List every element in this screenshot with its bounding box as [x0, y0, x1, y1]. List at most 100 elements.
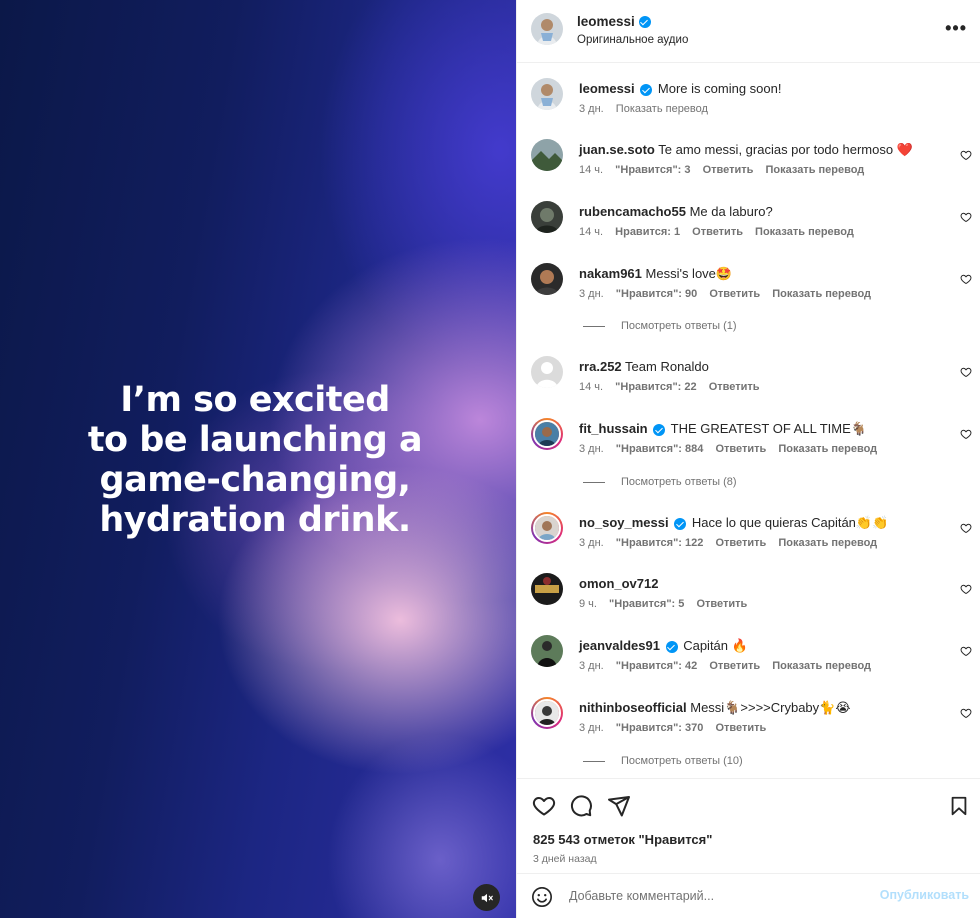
comment-time: 3 дн.: [579, 443, 604, 455]
header-username[interactable]: leomessi: [577, 14, 635, 29]
avatar[interactable]: [531, 573, 563, 605]
like-comment-heart-icon[interactable]: [960, 428, 972, 440]
emoji-smile-icon[interactable]: [531, 886, 553, 908]
comment-username[interactable]: juan.se.soto: [579, 142, 655, 157]
verified-badge-icon: [638, 15, 651, 28]
avatar-image: [535, 516, 559, 540]
comment-username[interactable]: rubencamacho55: [579, 204, 686, 219]
like-comment-heart-icon[interactable]: [960, 645, 972, 657]
likes-count[interactable]: 825 543 отметок "Нравится": [533, 832, 712, 847]
reply-button[interactable]: Ответить: [703, 164, 754, 176]
reply-button[interactable]: Ответить: [715, 537, 766, 549]
post-timestamp[interactable]: 3 дней назад: [533, 853, 597, 865]
comment-likes[interactable]: "Нравится": 42: [616, 660, 697, 672]
comment-text: Messi's love🤩: [645, 266, 733, 281]
comment-username[interactable]: no_soy_messi: [579, 515, 669, 530]
comment-likes[interactable]: "Нравится": 3: [615, 164, 690, 176]
comment-username[interactable]: nithinboseofficial: [579, 700, 687, 715]
view-replies-label: Посмотреть ответы (8): [621, 476, 737, 488]
translate-link[interactable]: Показать перевод: [778, 443, 877, 455]
reply-button[interactable]: Ответить: [709, 660, 760, 672]
translate-link[interactable]: Показать перевод: [778, 537, 877, 549]
avatar-image: [531, 201, 563, 233]
avatar-image: [531, 139, 563, 171]
comment-bubble-icon[interactable]: [569, 794, 593, 818]
view-replies-button[interactable]: Посмотреть ответы (1): [583, 320, 737, 332]
avatar[interactable]: [531, 201, 563, 233]
more-options-button[interactable]: •••: [945, 18, 967, 39]
comment-likes[interactable]: Нравится: 1: [615, 226, 680, 238]
comment-likes[interactable]: "Нравится": 90: [616, 288, 697, 300]
comment-likes[interactable]: "Нравится": 884: [616, 443, 704, 455]
avatar[interactable]: [531, 13, 563, 45]
avatar[interactable]: [531, 635, 563, 667]
avatar-story-ring[interactable]: [531, 418, 563, 450]
avatar[interactable]: [531, 78, 563, 110]
translate-link[interactable]: Показать перевод: [772, 660, 871, 672]
replies-divider: [583, 325, 605, 327]
media-headline-line: hydration drink.: [99, 500, 411, 540]
translate-link[interactable]: Показать перевод: [765, 164, 864, 176]
comment-input[interactable]: [569, 886, 869, 906]
comment-time: 14 ч.: [579, 381, 604, 393]
speaker-muted-icon: [481, 893, 493, 902]
like-comment-heart-icon[interactable]: [960, 522, 972, 534]
avatar[interactable]: [531, 263, 563, 295]
comment-likes[interactable]: "Нравится": 22: [615, 381, 696, 393]
reply-button[interactable]: Ответить: [715, 722, 766, 734]
like-comment-heart-icon[interactable]: [960, 273, 972, 285]
reply-button[interactable]: Ответить: [692, 226, 743, 238]
comment-line: omon_ov712: [579, 575, 658, 592]
comment-meta: 14 ч. Нравится: 1 Ответить Показать пере…: [579, 226, 863, 238]
avatar-image: [531, 13, 563, 45]
comment-likes[interactable]: "Нравится": 5: [609, 598, 684, 610]
reply-button[interactable]: Ответить: [709, 288, 760, 300]
comment-username[interactable]: nakam961: [579, 266, 642, 281]
comment-likes[interactable]: "Нравится": 122: [616, 537, 704, 549]
bookmark-icon[interactable]: [948, 794, 970, 818]
heart-icon[interactable]: [532, 794, 556, 818]
like-comment-heart-icon[interactable]: [960, 149, 972, 161]
comment-text: THE GREATEST OF ALL TIME🐐: [670, 421, 867, 436]
comment-username[interactable]: rra.252: [579, 359, 622, 374]
avatar[interactable]: [531, 139, 563, 171]
comment-line: rubencamacho55 Me da laburo?: [579, 203, 773, 220]
caption-username[interactable]: leomessi: [579, 81, 635, 96]
avatar-story-ring[interactable]: [531, 512, 563, 544]
comment-time: 3 дн.: [579, 722, 604, 734]
view-replies-label: Посмотреть ответы (1): [621, 320, 737, 332]
like-comment-heart-icon[interactable]: [960, 211, 972, 223]
verified-badge-icon: [665, 640, 678, 653]
publish-button[interactable]: Опубликовать: [880, 888, 969, 902]
comment-line: jeanvaldes91 Capitán 🔥: [579, 637, 748, 654]
default-avatar-icon: [531, 356, 563, 388]
comment-meta: 9 ч. "Нравится": 5 Ответить: [579, 598, 756, 610]
post-actions: 825 543 отметок "Нравится" 3 дней назад: [517, 778, 980, 873]
post-media[interactable]: I’m so excited to be launching a game-ch…: [0, 0, 516, 918]
comment-username[interactable]: jeanvaldes91: [579, 638, 660, 653]
translate-link[interactable]: Показать перевод: [755, 226, 854, 238]
avatar-image: [531, 573, 563, 605]
reply-button[interactable]: Ответить: [709, 381, 760, 393]
reply-button[interactable]: Ответить: [696, 598, 747, 610]
comment-username[interactable]: fit_hussain: [579, 421, 648, 436]
translate-link[interactable]: Показать перевод: [616, 103, 708, 115]
avatar-story-ring[interactable]: [531, 697, 563, 729]
audio-label[interactable]: Оригинальное аудио: [577, 34, 688, 46]
verified-badge-icon: [640, 83, 653, 96]
comment-likes[interactable]: "Нравится": 370: [616, 722, 704, 734]
reply-button[interactable]: Ответить: [715, 443, 766, 455]
like-comment-heart-icon[interactable]: [960, 366, 972, 378]
avatar[interactable]: [531, 356, 563, 388]
comment-username[interactable]: omon_ov712: [579, 576, 658, 591]
like-comment-heart-icon[interactable]: [960, 707, 972, 719]
paper-plane-icon[interactable]: [607, 794, 631, 818]
comment-time: 3 дн.: [579, 660, 604, 672]
translate-link[interactable]: Показать перевод: [772, 288, 871, 300]
view-replies-button[interactable]: Посмотреть ответы (10): [583, 755, 743, 767]
like-comment-heart-icon[interactable]: [960, 583, 972, 595]
view-replies-button[interactable]: Посмотреть ответы (8): [583, 476, 737, 488]
comment-meta: 3 дн. "Нравится": 122 Ответить Показать …: [579, 537, 886, 549]
verified-badge-icon: [674, 517, 687, 530]
mute-button[interactable]: [473, 884, 500, 911]
